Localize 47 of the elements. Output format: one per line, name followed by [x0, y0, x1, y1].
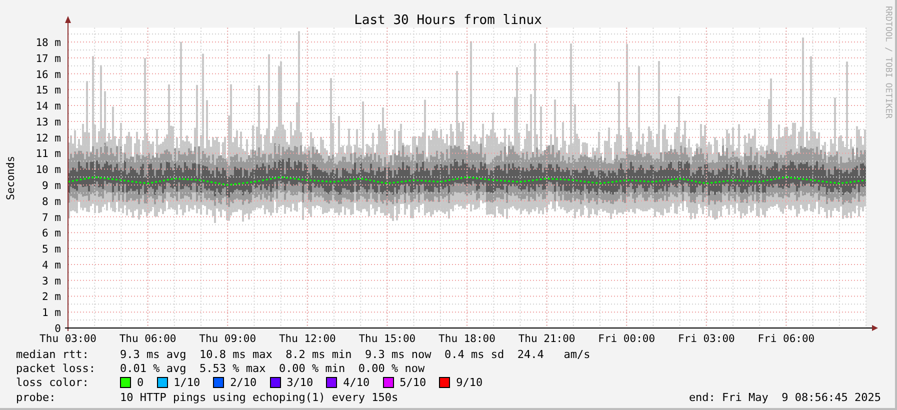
- y-tick-label: 18 m: [36, 37, 61, 49]
- probe-text: 10 HTTP pings using echoping(1) every 150s: [120, 390, 398, 404]
- legend-label: probe:: [16, 390, 57, 404]
- y-tick-label: 0: [54, 323, 61, 335]
- legend-item-label: 4/10: [343, 376, 370, 390]
- legend-item-label: 2/10: [230, 376, 257, 390]
- legend-item-label: 0: [137, 376, 144, 390]
- y-tick-label: 13 m: [36, 116, 61, 128]
- legend-label: packet loss:: [16, 362, 96, 375]
- y-tick-label: 4 m: [42, 259, 61, 272]
- x-tick-label: Thu 06:00: [119, 333, 176, 345]
- x-tick-label: Thu 03:00: [40, 333, 96, 345]
- y-tick-label: 11 m: [36, 148, 61, 160]
- y-tick-label: 2 m: [42, 291, 61, 304]
- y-tick-label: 5 m: [42, 244, 61, 256]
- x-tick-label: Thu 12:00: [278, 333, 336, 345]
- y-tick-label: 1 m: [42, 307, 61, 320]
- y-tick-label: 15 m: [36, 84, 61, 97]
- y-tick-label: 6 m: [42, 228, 61, 240]
- attribution-text: RRDTOOL / TOBI OETIKER: [883, 6, 893, 119]
- x-tick-label: Thu 15:00: [358, 333, 416, 345]
- y-tick-label: 10 m: [36, 164, 61, 176]
- y-tick-label: 17 m: [36, 52, 61, 65]
- x-tick-label: Thu 09:00: [199, 333, 256, 345]
- legend-item-label: 3/10: [286, 376, 314, 390]
- y-axis-label: Seconds: [5, 156, 17, 200]
- x-tick-label: Fri 03:00: [678, 333, 735, 345]
- y-tick-label: 9 m: [42, 180, 61, 192]
- x-tick-label: Fri 00:00: [598, 333, 656, 345]
- y-tick-label: 7 m: [42, 212, 61, 224]
- legend-item-label: 9/10: [456, 376, 483, 390]
- x-tick-label: Thu 18:00: [438, 333, 496, 345]
- x-tick-label: Fri 06:00: [758, 333, 815, 345]
- x-tick-label: Thu 21:00: [518, 333, 576, 345]
- end-time: end: Fri May 9 08:56:45 2025: [688, 390, 881, 404]
- legend-item-label: 5/10: [400, 376, 426, 390]
- y-tick-label: 8 m: [42, 196, 61, 208]
- chart-title: Last 30 Hours from linux: [354, 13, 542, 28]
- y-tick-label: 14 m: [36, 100, 61, 113]
- legend-label: median rtt:: [16, 348, 90, 361]
- legend-label: loss color:: [16, 376, 90, 390]
- legend-stats: 0.01 % avg 5.53 % max 0.00 % min 0.00 % now: [120, 362, 425, 375]
- legend-stats: 9.3 ms avg 10.8 ms max 8.2 ms min 9.3 ms now 0.4 ms sd 24.4 am/s: [120, 348, 590, 361]
- y-tick-label: 16 m: [36, 68, 61, 81]
- y-tick-label: 3 m: [42, 275, 61, 288]
- y-tick-label: 12 m: [36, 132, 61, 144]
- legend-item-label: 1/10: [174, 376, 200, 390]
